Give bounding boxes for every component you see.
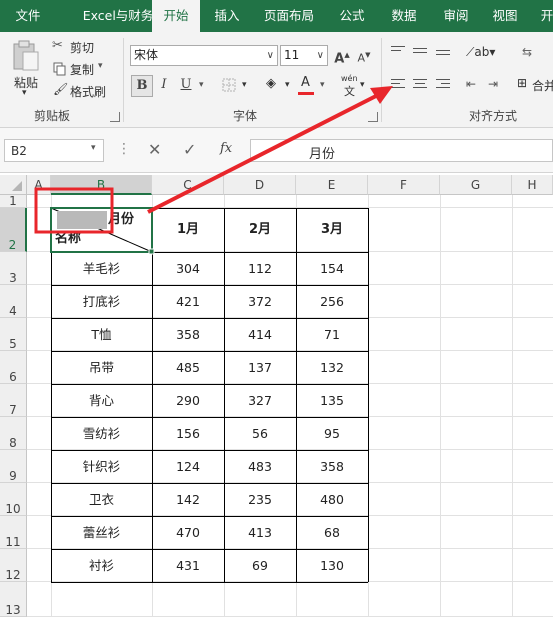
product-name-cell[interactable]: T恤 [51,318,152,351]
value-cell[interactable]: 69 [224,549,296,582]
product-name-cell[interactable]: 蕾丝衫 [51,516,152,549]
product-name-cell[interactable]: 吊带 [51,351,152,384]
value-cell[interactable]: 56 [224,417,296,450]
value-cell[interactable]: 414 [224,318,296,351]
product-name-cell[interactable]: 雪纺衫 [51,417,152,450]
value-cell[interactable]: 71 [296,318,368,351]
value-cell[interactable]: 327 [224,384,296,417]
product-name-cell[interactable]: 针织衫 [51,450,152,483]
value-cell[interactable]: 112 [224,252,296,285]
value-cell[interactable]: 483 [224,450,296,483]
value-cell[interactable]: 358 [152,318,224,351]
value-cell[interactable]: 290 [152,384,224,417]
value-cell[interactable]: 431 [152,549,224,582]
value-cell[interactable]: 137 [224,351,296,384]
product-name-cell[interactable]: 衬衫 [51,549,152,582]
month-header-2[interactable]: 2月 [224,208,296,252]
value-cell[interactable]: 68 [296,516,368,549]
product-name-cell[interactable]: 卫衣 [51,483,152,516]
value-cell[interactable]: 124 [152,450,224,483]
value-cell[interactable]: 142 [152,483,224,516]
value-cell[interactable]: 156 [152,417,224,450]
value-cell[interactable]: 372 [224,285,296,318]
value-cell[interactable]: 132 [296,351,368,384]
header-cell-month[interactable]: 月份 [108,210,150,230]
value-cell[interactable]: 485 [152,351,224,384]
month-header-3[interactable]: 3月 [296,208,368,252]
value-cell[interactable]: 95 [296,417,368,450]
value-cell[interactable]: 235 [224,483,296,516]
value-cell[interactable]: 154 [296,252,368,285]
header-cell-name[interactable]: 名称 [55,229,97,249]
value-cell[interactable]: 480 [296,483,368,516]
value-cell[interactable]: 421 [152,285,224,318]
value-cell[interactable]: 256 [296,285,368,318]
value-cell[interactable]: 470 [152,516,224,549]
product-name-cell[interactable]: 打底衫 [51,285,152,318]
redacted-block [57,211,107,229]
product-name-cell[interactable]: 背心 [51,384,152,417]
value-cell[interactable]: 130 [296,549,368,582]
value-cell[interactable]: 135 [296,384,368,417]
value-cell[interactable]: 358 [296,450,368,483]
product-name-cell[interactable]: 羊毛衫 [51,252,152,285]
value-cell[interactable]: 413 [224,516,296,549]
month-header-1[interactable]: 1月 [152,208,224,252]
value-cell[interactable]: 304 [152,252,224,285]
